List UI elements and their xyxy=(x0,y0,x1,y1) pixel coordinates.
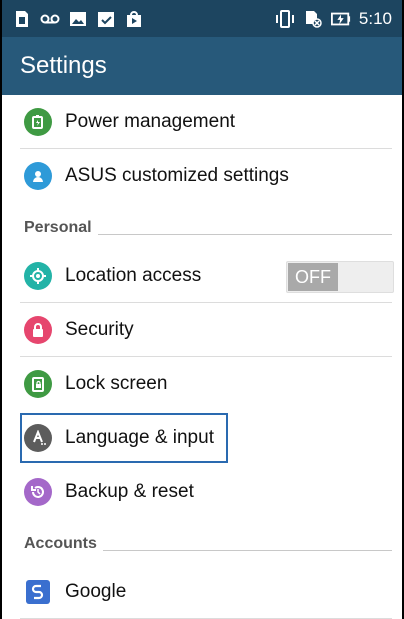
setting-label: Location access xyxy=(65,265,202,286)
lock-screen-icon xyxy=(24,370,52,398)
location-icon xyxy=(24,262,52,290)
section-header: Accounts xyxy=(24,535,97,552)
settings-list: Power management ASUS customized setting… xyxy=(2,95,402,619)
setting-label: Backup & reset xyxy=(65,481,194,502)
no-sim-icon xyxy=(303,9,323,29)
setting-label: Google xyxy=(65,581,127,602)
voicemail-icon xyxy=(40,9,60,29)
setting-security[interactable]: Security xyxy=(2,303,402,357)
backup-icon xyxy=(24,478,52,506)
setting-backup-reset[interactable]: Backup & reset xyxy=(2,465,402,519)
page-title: Settings xyxy=(20,52,107,79)
system-icons: 5:10 xyxy=(275,9,392,29)
lock-icon xyxy=(24,316,52,344)
notification-icons xyxy=(12,9,144,29)
setting-google[interactable]: Google xyxy=(2,565,402,619)
section-personal: Personal xyxy=(2,203,402,249)
battery-charging-icon xyxy=(330,9,351,29)
setting-power-management[interactable]: Power management xyxy=(2,95,402,149)
setting-language-input[interactable]: Language & input xyxy=(2,411,402,465)
setting-location-access[interactable]: Location access OFF xyxy=(2,249,402,303)
power-management-icon xyxy=(24,108,52,136)
focus-highlight xyxy=(20,413,228,463)
image-icon xyxy=(68,9,88,29)
setting-lock-screen[interactable]: Lock screen xyxy=(2,357,402,411)
section-divider xyxy=(97,234,392,235)
device-screen: 5:10 Settings Power management ASUS cust… xyxy=(0,0,404,619)
sim-card-icon xyxy=(12,9,32,29)
setting-label: Security xyxy=(65,319,134,340)
section-divider xyxy=(102,550,392,551)
clock: 5:10 xyxy=(358,8,392,28)
checklist-icon xyxy=(96,9,116,29)
vibrate-icon xyxy=(275,9,295,29)
setting-label: Power management xyxy=(65,111,236,132)
section-header: Personal xyxy=(24,219,92,236)
setting-asus-customized[interactable]: ASUS customized settings xyxy=(2,149,402,203)
asus-settings-icon xyxy=(24,162,52,190)
setting-label: ASUS customized settings xyxy=(65,165,289,186)
toggle-state: OFF xyxy=(288,263,338,291)
play-store-icon xyxy=(124,9,144,29)
status-bar: 5:10 xyxy=(2,0,402,37)
app-bar: Settings xyxy=(2,37,402,95)
setting-label: Lock screen xyxy=(65,373,168,394)
section-accounts: Accounts xyxy=(2,519,402,565)
google-icon xyxy=(26,580,50,604)
location-toggle[interactable]: OFF xyxy=(286,261,394,293)
